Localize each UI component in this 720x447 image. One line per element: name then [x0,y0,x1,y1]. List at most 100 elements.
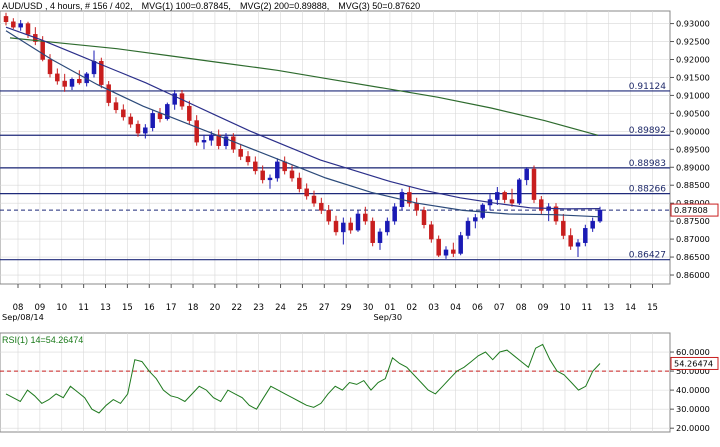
rsi-tick-label: 40.0000 [676,385,710,395]
candle-body [253,161,258,172]
candle-body [69,79,75,87]
date-tick-label: 07 [494,303,505,313]
date-tick-label: 09 [538,303,549,313]
date-tick-label: 23 [253,303,264,313]
candle-body [355,213,361,231]
candle-body [473,217,478,222]
candle-body [3,16,9,23]
candle-body [326,210,331,222]
candle-body [40,41,45,60]
date-tick-label: 18 [188,303,199,313]
candle-body [311,195,317,204]
candle-body [333,220,339,233]
candle-body [62,80,67,87]
candle-body [561,220,566,236]
level-label: 0.88983 [629,159,666,169]
chart-header: AUD/USD , 4 hours, # 156 / 402, MVG(1) 1… [2,1,420,11]
date-tick-label: 10 [56,303,67,313]
date-sublabel: Sep/08/14 [2,312,44,322]
rsi-plot-area [0,332,671,433]
date-tick-label: 06 [472,303,483,313]
candle-body [575,242,581,247]
candle-body [77,79,82,84]
candle-body [231,136,236,150]
candle-body [392,206,397,222]
candle-body [421,210,427,225]
candle-body [113,102,119,111]
candle-body [319,202,324,211]
candle-body [282,161,287,172]
price-tick-label: 0.89000 [676,162,710,172]
candle-body [341,222,346,233]
candle-body [524,168,529,181]
rsi-tick-label: 30.0000 [676,404,710,414]
date-sublabel: Sep/30 [373,312,402,322]
candle-body [414,202,419,211]
candle-body [194,120,199,143]
candle-body [245,156,251,163]
candle-body [121,109,126,118]
price-tick-label: 0.93000 [676,19,710,29]
candle-body [370,220,375,243]
candle-body [267,177,273,181]
candle-body [106,84,111,103]
candle-body [297,177,302,190]
candle-body [128,116,133,125]
rsi-title: RSI(1) 14=54.26474 [2,335,84,345]
price-tick-label: 0.87500 [676,216,710,226]
level-label: 0.89892 [629,126,666,136]
ma2-label: MVG(2) 200=0.89888, [239,1,330,11]
candle-body [465,220,471,236]
candle-body [451,249,456,254]
date-tick-label: 29 [341,303,352,313]
date-tick-label: 10 [560,303,571,313]
candle-body [436,238,441,256]
price-tick-label: 0.86500 [676,252,710,262]
candle-body [568,235,573,247]
price-tick-label: 0.88500 [676,180,710,190]
level-label: 0.86427 [629,251,666,261]
candle-body [495,192,500,200]
candle-body [143,127,148,134]
date-tick-label: 16 [144,303,155,313]
candle-body [289,170,295,179]
date-tick-label: 11 [78,303,89,313]
candle-body [429,224,434,240]
chart-canvas: 0.93000 0.92500 0.92000 0.91500 0.91000 0.905… [0,10,719,433]
date-tick-label: 17 [166,303,177,313]
date-tick-label: 30 [363,303,374,313]
candle-body [304,188,309,197]
candle-body [348,222,353,231]
symbol-label: AUD/USD , 4 hours, # 156 / 402, [2,1,133,11]
price-tick-label: 0.90000 [676,126,710,136]
date-tick-label: 13 [100,303,111,313]
candle-body [517,179,522,204]
price-tick-label: 0.86000 [676,270,710,280]
candle-body [597,209,603,222]
price-tick-label: 0.90500 [676,108,710,118]
candle-body [201,140,207,143]
date-tick-label: 02 [406,303,417,313]
date-tick-label: 15 [647,303,658,313]
price-tick-label: 0.89500 [676,144,710,154]
price-panel: 0.93000 0.92500 0.92000 0.91500 0.91000 0.905… [0,10,719,322]
candle-body [502,192,507,200]
candle-body [25,23,31,35]
date-tick-label: 25 [297,303,308,313]
date-tick-label: 27 [319,303,330,313]
candle-body [583,228,588,243]
ma1-label: MVG(1) 100=0.87845, [141,1,231,11]
date-tick-label: 15 [122,303,133,313]
date-tick-label: 13 [603,303,614,313]
date-tick-label: 14 [625,303,636,313]
price-tick-label: 0.92000 [676,54,710,64]
candle-body [18,23,23,28]
candle-body [363,213,368,222]
candle-body [377,231,383,243]
candle-body [209,134,214,141]
current-price-label: 0.87808 [674,205,708,215]
date-tick-label: 22 [231,303,242,313]
candle-body [11,21,16,28]
rsi-tick-label: 20.0000 [676,423,710,433]
candle-body [260,170,265,181]
